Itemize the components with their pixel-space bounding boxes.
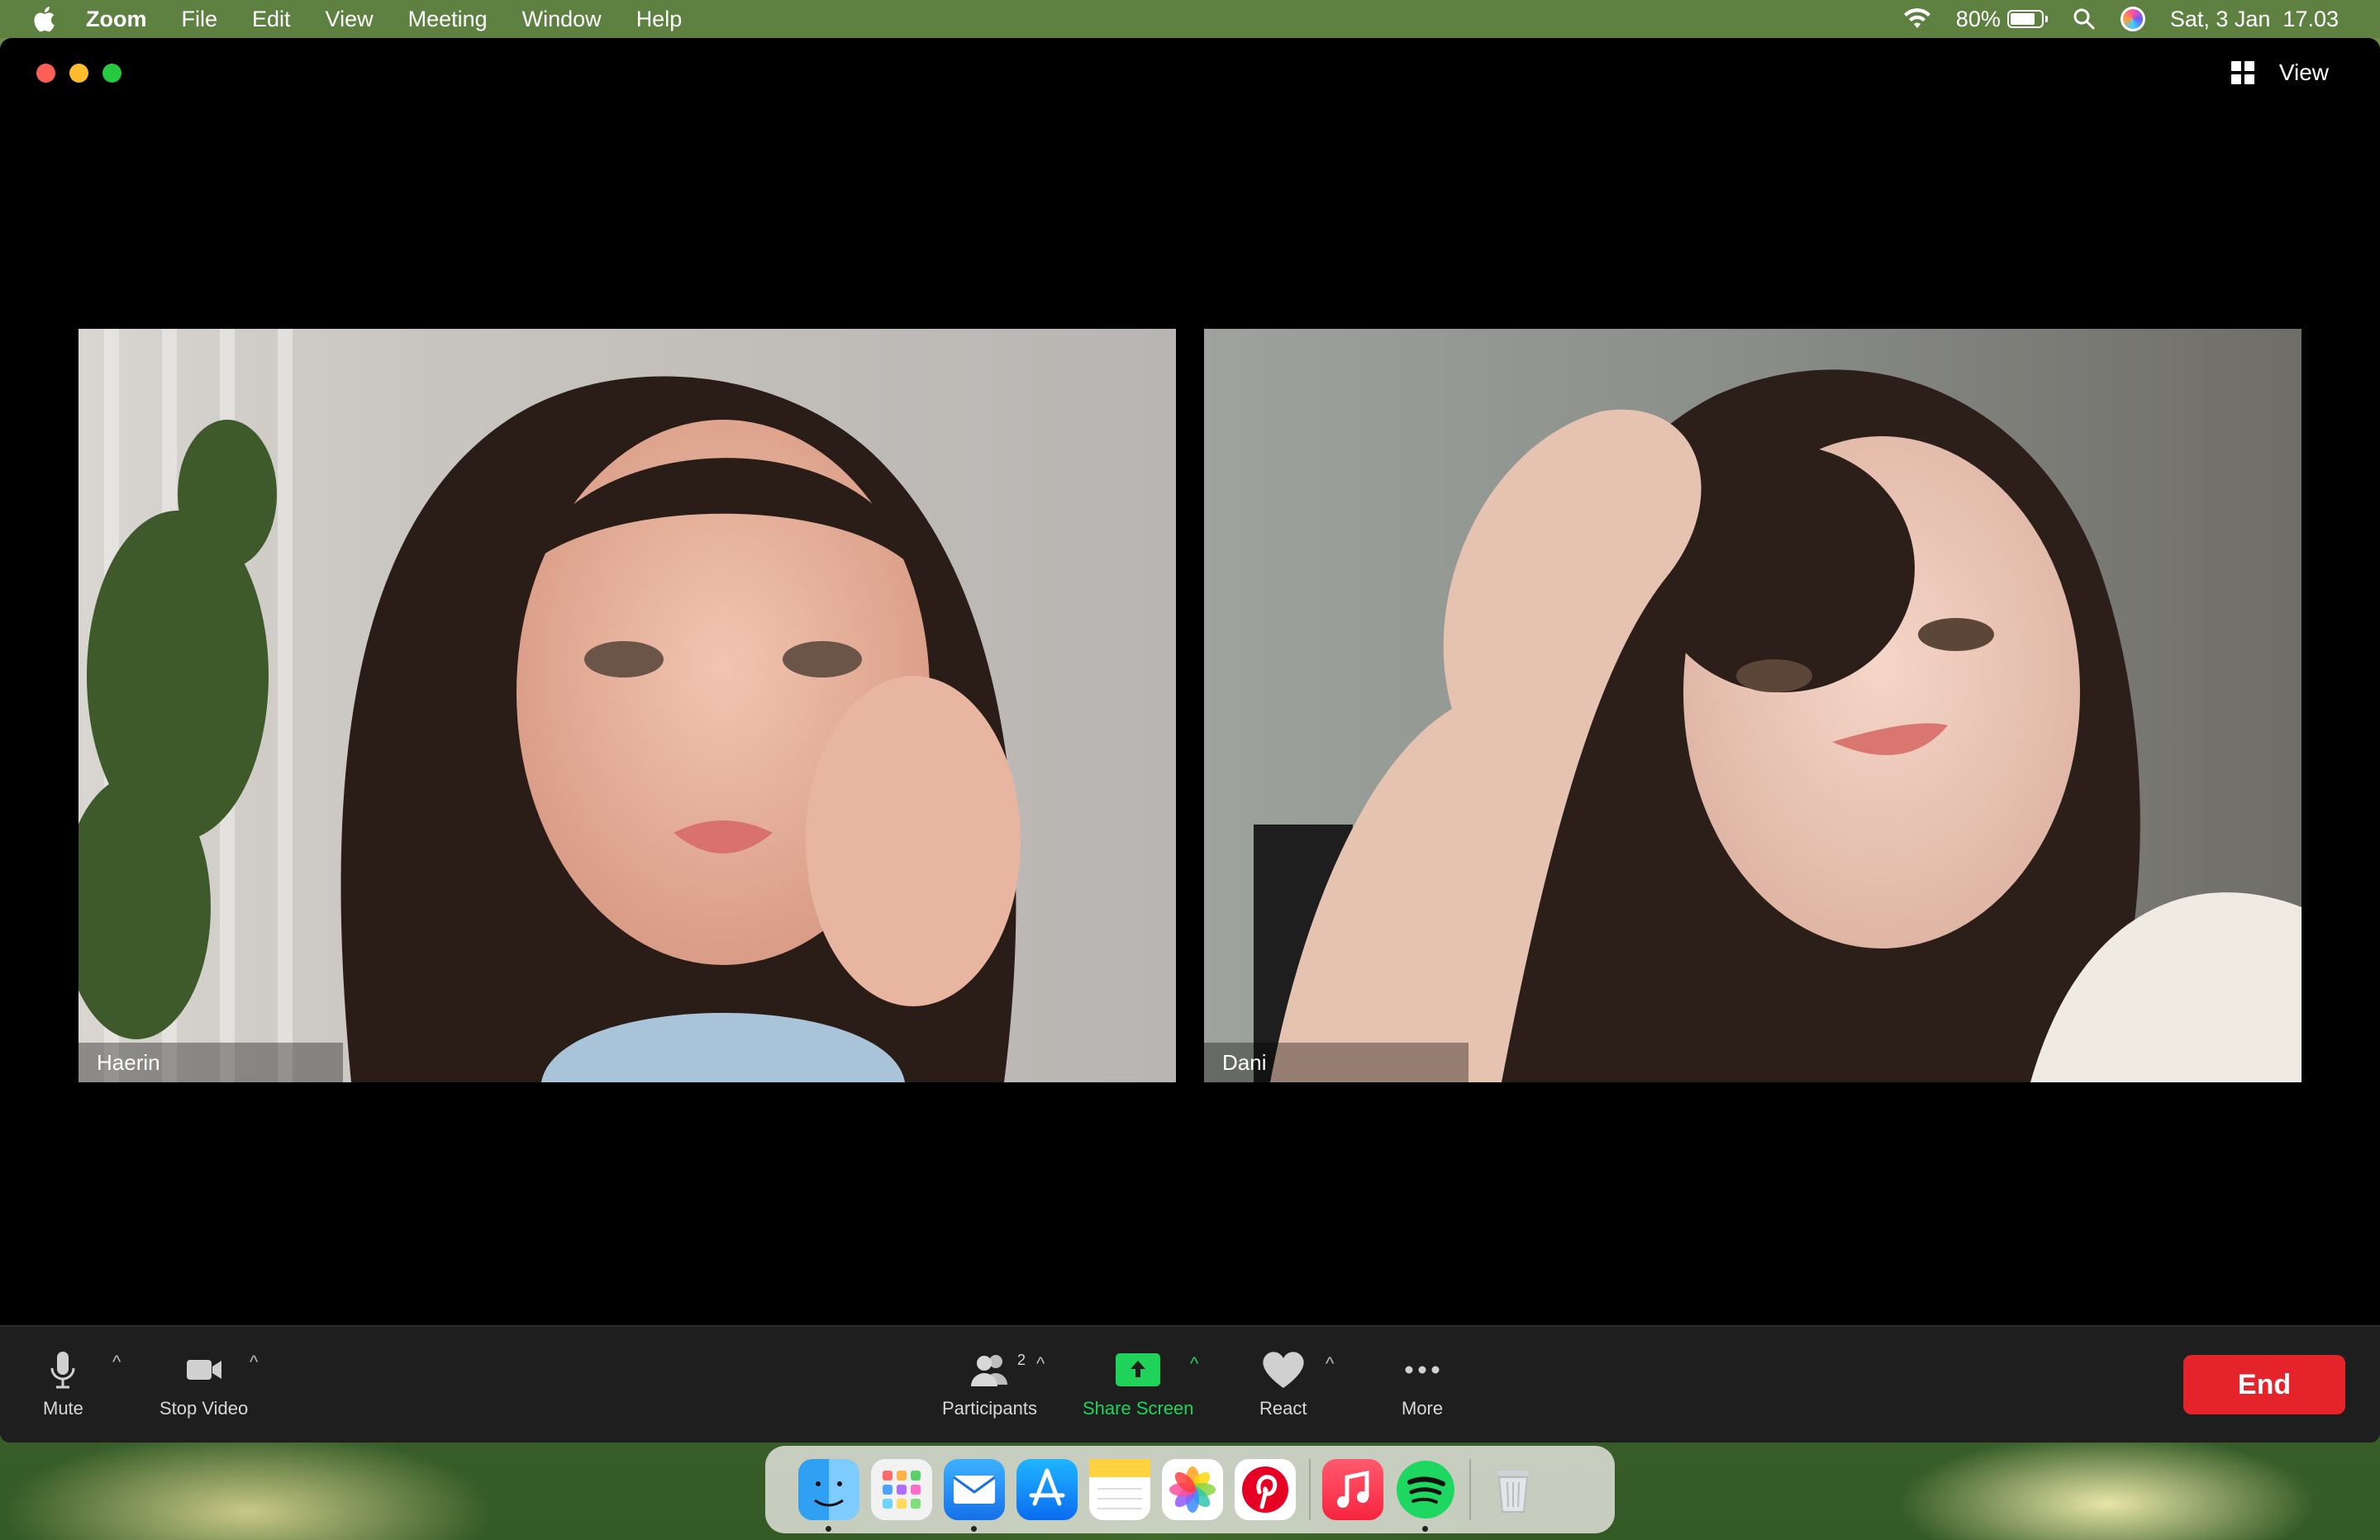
notes-icon[interactable] (1089, 1459, 1150, 1520)
menu-help[interactable]: Help (636, 7, 683, 32)
zoom-meeting-window: View Haerin Dani Mute ^ Stop Video ^ Par… (0, 38, 2380, 1443)
audio-options-chevron-icon[interactable]: ^ (112, 1352, 121, 1373)
participant-name-tag: Dani (1204, 1043, 1468, 1082)
video-tile-haerin[interactable]: Haerin (79, 329, 1176, 1082)
music-icon[interactable] (1322, 1459, 1383, 1520)
dock-separator (1309, 1459, 1311, 1520)
more-label: More (1402, 1398, 1444, 1419)
finder-icon[interactable] (798, 1459, 859, 1532)
apple-icon[interactable] (31, 5, 56, 33)
dock-separator (1469, 1459, 1471, 1520)
siri-icon[interactable] (2120, 7, 2145, 31)
view-button[interactable]: View (2230, 59, 2329, 86)
launchpad-icon[interactable] (871, 1459, 932, 1520)
battery-status[interactable]: 80% (1956, 7, 2048, 32)
video-tile-dani[interactable]: Dani (1204, 329, 2301, 1082)
macos-dock (765, 1446, 1615, 1533)
app-store-icon[interactable] (1016, 1459, 1078, 1520)
menu-bar: Zoom File Edit View Meeting Window Help … (0, 0, 2380, 38)
end-label: End (2237, 1368, 2292, 1400)
spotify-icon[interactable] (1395, 1459, 1456, 1532)
react-button[interactable]: React (1259, 1347, 1307, 1419)
microphone-icon (50, 1352, 75, 1389)
video-camera-icon (186, 1360, 221, 1380)
wifi-icon[interactable] (1903, 8, 1931, 30)
share-screen-button[interactable]: Share Screen (1083, 1347, 1194, 1419)
react-label: React (1259, 1398, 1307, 1419)
menu-app-zoom[interactable]: Zoom (86, 7, 147, 32)
mute-button[interactable]: Mute (43, 1347, 83, 1419)
menu-meeting[interactable]: Meeting (408, 7, 488, 32)
participant-name-tag: Haerin (79, 1043, 343, 1082)
participants-count: 2 (1017, 1352, 1026, 1368)
mail-icon[interactable] (944, 1459, 1005, 1532)
stop-video-button[interactable]: Stop Video (159, 1347, 248, 1419)
battery-icon (2006, 10, 2044, 28)
participants-label: Participants (942, 1398, 1037, 1419)
participant-name: Haerin (97, 1049, 160, 1075)
share-options-chevron-icon[interactable]: ^ (1190, 1353, 1198, 1375)
maximize-window-button[interactable] (102, 64, 121, 83)
menubar-clock[interactable]: Sat, 3 Jan 17.03 (2170, 7, 2339, 32)
share-screen-label: Share Screen (1083, 1398, 1194, 1419)
meeting-control-bar: Mute ^ Stop Video ^ Participants 2 ^ Sha… (0, 1325, 2380, 1443)
participants-options-chevron-icon[interactable]: ^ (1036, 1353, 1045, 1375)
minimize-window-button[interactable] (69, 64, 88, 83)
stop-video-label: Stop Video (159, 1398, 249, 1419)
spotlight-search-icon[interactable] (2073, 7, 2096, 31)
video-options-chevron-icon[interactable]: ^ (250, 1352, 258, 1373)
pinterest-icon[interactable] (1235, 1459, 1296, 1520)
menu-window[interactable]: Window (522, 7, 602, 32)
view-label: View (2278, 59, 2329, 85)
participant-video-feed (79, 329, 1176, 1082)
participants-icon (971, 1355, 1008, 1386)
menu-file[interactable]: File (182, 7, 218, 32)
react-options-chevron-icon[interactable]: ^ (1326, 1353, 1334, 1375)
mute-label: Mute (43, 1398, 83, 1419)
trash-icon[interactable] (1483, 1459, 1544, 1520)
share-screen-icon (1116, 1353, 1161, 1386)
participant-name: Dani (1222, 1049, 1267, 1075)
more-button[interactable]: More (1402, 1347, 1443, 1419)
end-meeting-button[interactable]: End (2183, 1355, 2345, 1414)
more-dots-icon (1405, 1366, 1440, 1374)
menu-edit[interactable]: Edit (252, 7, 291, 32)
heart-icon (1263, 1352, 1304, 1388)
grid-view-icon (2230, 61, 2254, 84)
participant-video-feed (1204, 329, 2301, 1082)
photos-icon[interactable] (1162, 1459, 1223, 1520)
battery-percent: 80% (1955, 6, 2001, 31)
menu-view[interactable]: View (326, 7, 374, 32)
close-window-button[interactable] (36, 64, 55, 83)
